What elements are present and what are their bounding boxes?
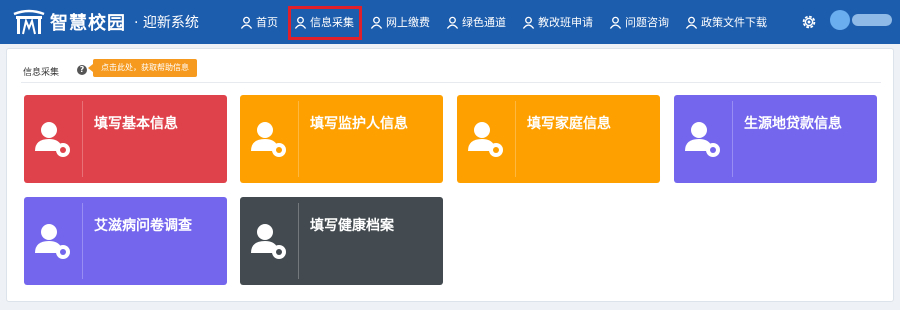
settings-gear-icon[interactable] bbox=[800, 13, 818, 31]
user-avatar[interactable] bbox=[830, 10, 850, 30]
nav-label: 问题咨询 bbox=[625, 16, 669, 29]
info-collection-panel: 信息采集 ? 点击此处，获取帮助信息 填写基本信息 填写监护人信息 填写家庭信息… bbox=[6, 48, 894, 302]
user-gear-icon bbox=[251, 122, 286, 157]
card-health-record[interactable]: 填写健康档案 bbox=[240, 197, 443, 285]
card-label: 填写家庭信息 bbox=[527, 116, 611, 132]
card-divider bbox=[515, 101, 516, 177]
nav-reform-class[interactable]: 教改班申请 bbox=[522, 0, 593, 44]
logo-title: 智慧校园 bbox=[50, 13, 126, 34]
nav-label: 信息采集 bbox=[310, 16, 354, 29]
card-label: 填写基本信息 bbox=[94, 116, 178, 132]
card-divider bbox=[298, 203, 299, 279]
card-family-info[interactable]: 填写家庭信息 bbox=[457, 95, 660, 183]
card-aids-survey[interactable]: 艾滋病问卷调查 bbox=[24, 197, 227, 285]
main-nav: 首页 信息采集 网上缴费 绿色通道 教改班申请 问题咨询 政策文件下载 bbox=[240, 0, 783, 44]
nav-label: 教改班申请 bbox=[538, 16, 593, 29]
nav-home[interactable]: 首页 bbox=[240, 0, 278, 44]
user-icon bbox=[685, 16, 698, 29]
nav-label: 绿色通道 bbox=[462, 16, 506, 29]
nav-label: 首页 bbox=[256, 16, 278, 29]
help-tooltip[interactable]: 点击此处，获取帮助信息 bbox=[88, 59, 197, 77]
user-gear-icon bbox=[685, 122, 720, 157]
user-name-blurred[interactable] bbox=[852, 14, 892, 26]
nav-policy-download[interactable]: 政策文件下载 bbox=[685, 0, 767, 44]
panel-title: 信息采集 bbox=[23, 68, 60, 78]
card-label: 生源地贷款信息 bbox=[744, 116, 842, 132]
user-icon bbox=[370, 16, 383, 29]
user-gear-icon bbox=[35, 122, 70, 157]
user-gear-icon bbox=[468, 122, 503, 157]
card-label: 填写健康档案 bbox=[310, 218, 394, 234]
school-gate-logo-icon bbox=[13, 9, 45, 35]
card-label: 填写监护人信息 bbox=[310, 116, 408, 132]
user-icon bbox=[609, 16, 622, 29]
nav-online-payment[interactable]: 网上缴费 bbox=[370, 0, 430, 44]
nav-green-channel[interactable]: 绿色通道 bbox=[446, 0, 506, 44]
card-divider bbox=[298, 101, 299, 177]
card-divider bbox=[82, 203, 83, 279]
card-label: 艾滋病问卷调查 bbox=[94, 218, 192, 234]
user-icon bbox=[294, 16, 307, 29]
card-basic-info[interactable]: 填写基本信息 bbox=[24, 95, 227, 183]
card-divider bbox=[732, 101, 733, 177]
user-gear-icon bbox=[251, 224, 286, 259]
user-gear-icon bbox=[35, 224, 70, 259]
card-guardian-info[interactable]: 填写监护人信息 bbox=[240, 95, 443, 183]
help-icon[interactable]: ? bbox=[77, 65, 87, 75]
top-navbar: 智慧校园 · 迎新系统 首页 信息采集 网上缴费 绿色通道 教改班申请 问题咨询 bbox=[0, 0, 900, 44]
user-icon bbox=[240, 16, 253, 29]
card-student-loan-info[interactable]: 生源地贷款信息 bbox=[674, 95, 877, 183]
nav-label: 网上缴费 bbox=[386, 16, 430, 29]
panel-header: 信息采集 ? 点击此处，获取帮助信息 bbox=[21, 59, 881, 83]
nav-consultation[interactable]: 问题咨询 bbox=[609, 0, 669, 44]
user-icon bbox=[522, 16, 535, 29]
card-divider bbox=[82, 101, 83, 177]
logo-subtitle: · 迎新系统 bbox=[134, 15, 199, 31]
nav-label: 政策文件下载 bbox=[701, 16, 767, 29]
user-icon bbox=[446, 16, 459, 29]
logo[interactable]: 智慧校园 · 迎新系统 bbox=[12, 6, 199, 38]
nav-info-collection[interactable]: 信息采集 bbox=[288, 0, 362, 44]
